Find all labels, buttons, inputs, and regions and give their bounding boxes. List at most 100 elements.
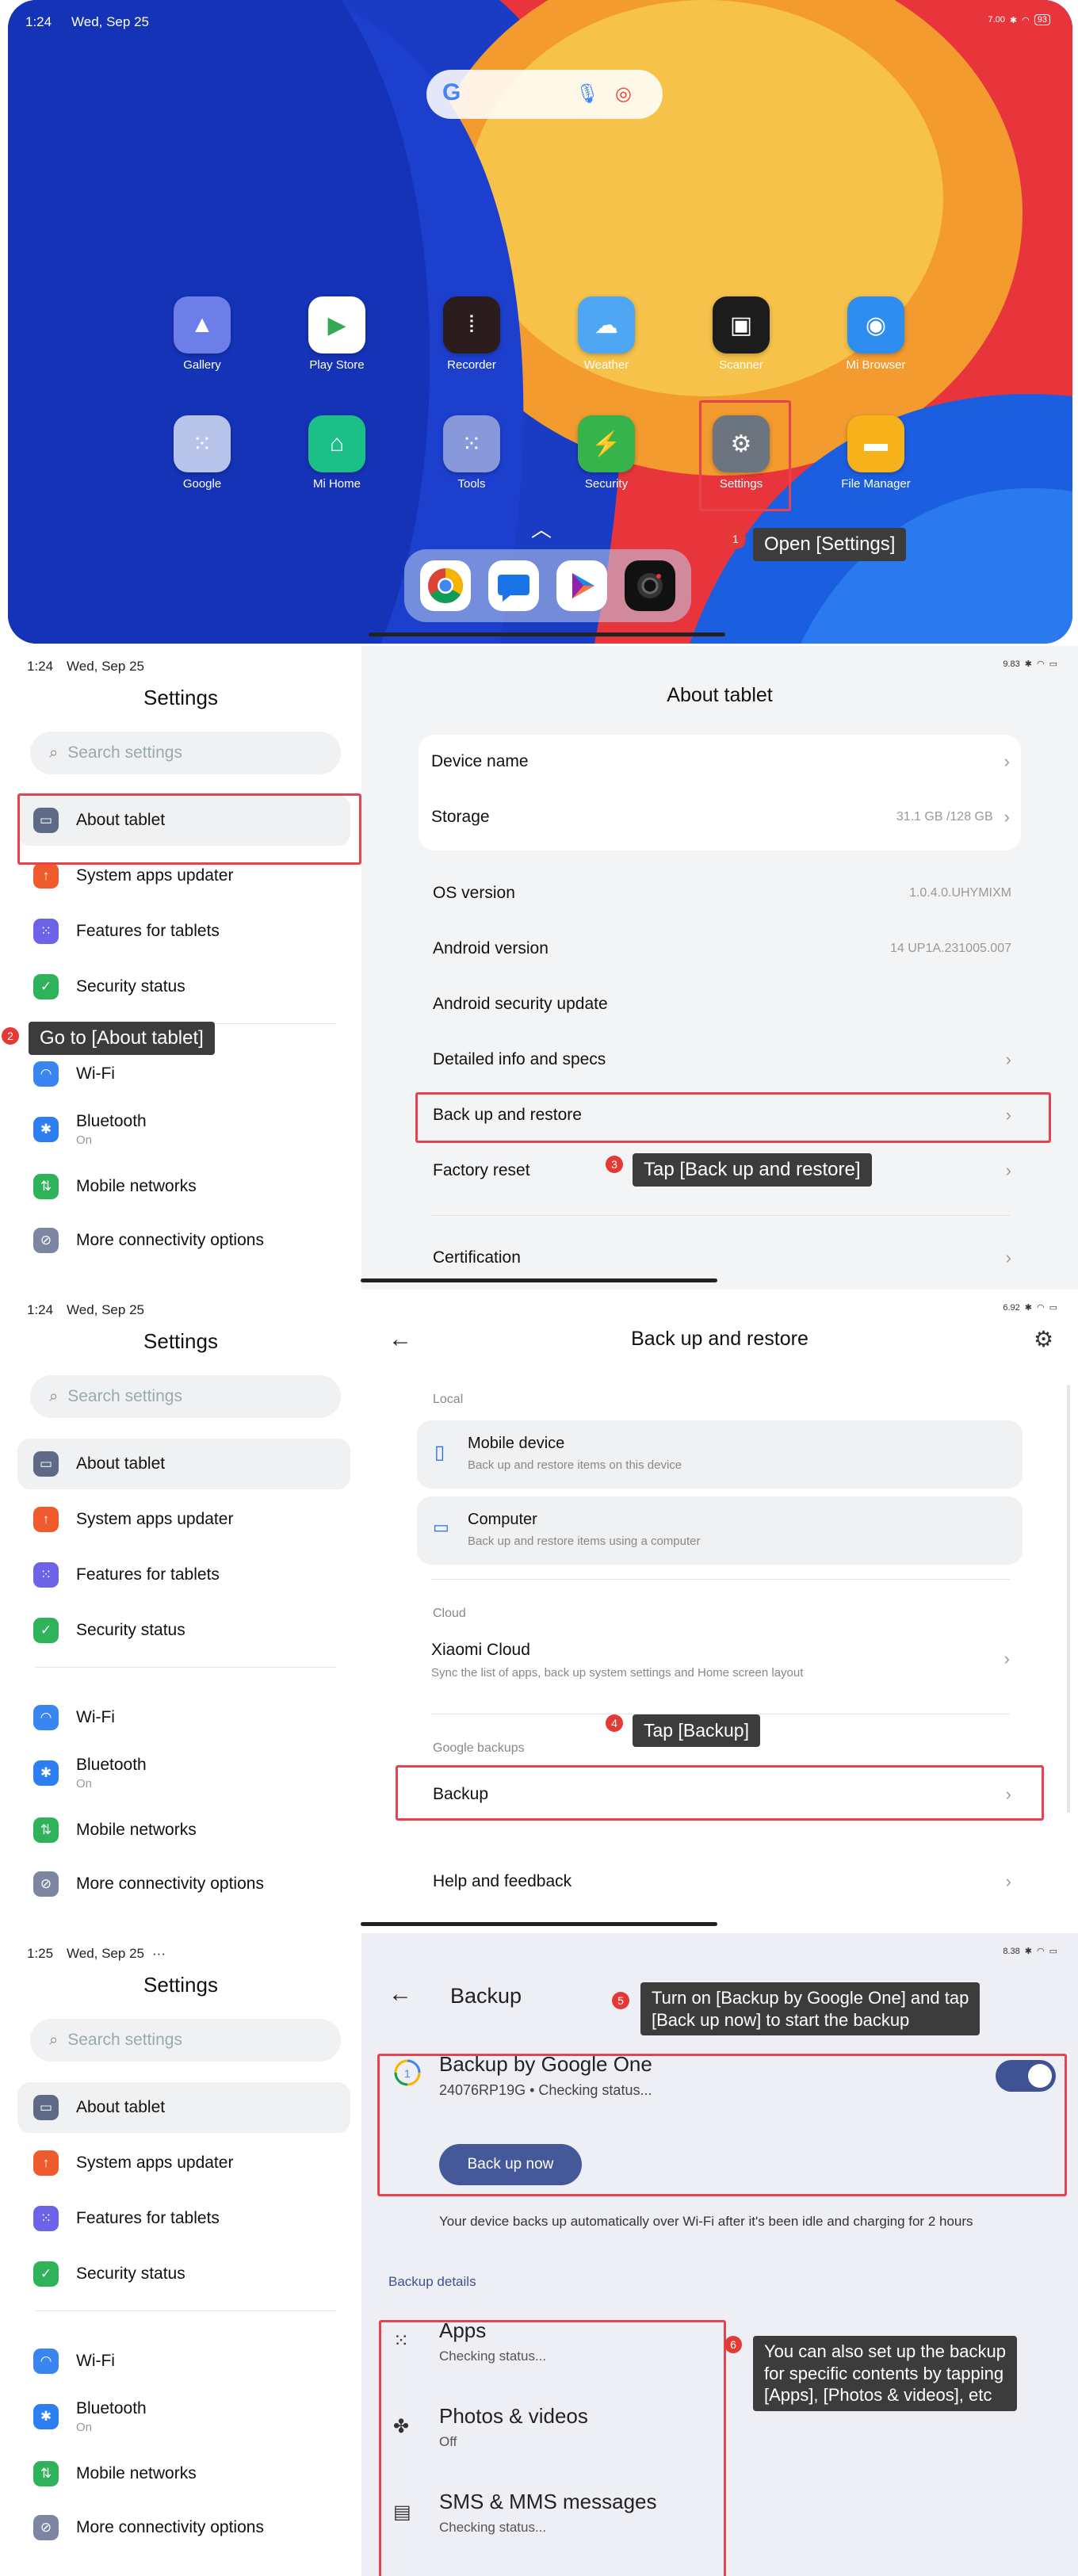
app-play-store[interactable]: ▶ Play Store xyxy=(293,296,380,372)
network-speed: 8.38 xyxy=(1003,1946,1020,1956)
os-version-row[interactable]: OS version 1.0.4.0.UHYMIXM xyxy=(433,866,1011,920)
section-google-backups: Google backups xyxy=(433,1741,525,1755)
sidebar-item-security-status[interactable]: ✓ Security status xyxy=(17,2249,350,2299)
sidebar-item-label: System apps updater xyxy=(76,2154,234,2172)
sidebar-item-text: More connectivity options xyxy=(76,1875,264,1894)
sidebar-item-features-for-tablets[interactable]: ⁙ Features for tablets xyxy=(17,2193,350,2244)
app-security[interactable]: ⚡ Security xyxy=(563,415,650,491)
tip6-line3: [Apps], [Photos & videos], etc xyxy=(764,2385,992,2405)
more-connectivity-options-icon: ⊘ xyxy=(33,1871,59,1897)
app-recorder[interactable]: ⦙ Recorder xyxy=(428,296,515,372)
about-tablet-main: 9.83 ✱ ◠ ▭ About tablet Device name › Storag… xyxy=(361,646,1078,1290)
highlight-backup-details xyxy=(379,2320,726,2576)
more-connectivity-options-icon: ⊘ xyxy=(33,2515,59,2540)
page-title: Back up and restore xyxy=(631,1328,808,1350)
page-title: Backup xyxy=(450,1984,522,2008)
status-icons: 7.00 ✱ ◠ 93 xyxy=(988,14,1050,25)
sidebar-item-bluetooth[interactable]: ✱ Bluetooth On xyxy=(17,2391,350,2442)
lens-icon[interactable]: ◎ xyxy=(615,82,632,105)
security-update-row[interactable]: Android security update xyxy=(433,977,1011,1031)
app-file-manager[interactable]: ▬ File Manager xyxy=(832,415,919,491)
mobile-device-card[interactable]: ▯ Mobile device Back up and restore item… xyxy=(417,1420,1023,1489)
app-label: File Manager xyxy=(841,477,911,491)
scrollbar[interactable] xyxy=(1067,1385,1070,1813)
app-google[interactable]: ⁙ Google xyxy=(159,415,246,491)
sidebar-item-features-for-tablets[interactable]: ⁙ Features for tablets xyxy=(17,906,350,957)
backup-panel: Settings ⌕ Search settings ▭ About tablet ↑ Sy… xyxy=(0,1933,1078,2576)
microphone-icon[interactable]: 🎙 xyxy=(575,82,599,105)
help-feedback-row[interactable]: Help and feedback › xyxy=(433,1855,1011,1909)
device-name-row[interactable]: Device name › xyxy=(431,735,1010,789)
android-version-label: Android version xyxy=(433,939,549,957)
sidebar-item-features-for-tablets[interactable]: ⁙ Features for tablets xyxy=(17,1550,350,1600)
android-version-row[interactable]: Android version 14 UP1A.231005.007 xyxy=(433,922,1011,976)
help-label: Help and feedback xyxy=(433,1872,572,1890)
security-update-label: Android security update xyxy=(433,995,608,1013)
certification-row[interactable]: Certification › xyxy=(433,1231,1011,1285)
messages-icon[interactable] xyxy=(488,560,539,611)
detailed-info-label: Detailed info and specs xyxy=(433,1050,606,1068)
section-cloud: Cloud xyxy=(433,1607,466,1620)
sidebar-item-security-status[interactable]: ✓ Security status xyxy=(17,961,350,1012)
camera-icon[interactable] xyxy=(625,560,675,611)
google-logo-icon: G xyxy=(442,79,461,105)
bluetooth-icon: ✱ xyxy=(1024,1303,1032,1313)
sidebar-item-more-connectivity-options[interactable]: ⊘ More connectivity options xyxy=(17,1859,350,1909)
sidebar-item-wifi[interactable]: ◠ Wi-Fi xyxy=(17,2336,350,2387)
sidebar-item-mobile-networks[interactable]: ⇅ Mobile networks xyxy=(17,1805,350,1856)
sidebar-item-text: Wi-Fi xyxy=(76,1708,115,1727)
sidebar-item-security-status[interactable]: ✓ Security status xyxy=(17,1605,350,1656)
sidebar-item-system-apps-updater[interactable]: ↑ System apps updater xyxy=(17,1494,350,1545)
search-icon: ⌕ xyxy=(49,2031,59,2049)
sidebar-item-bluetooth[interactable]: ✱ Bluetooth On xyxy=(17,1104,350,1155)
tip6-line1: You can also set up the backup xyxy=(764,2341,1006,2361)
browser-icon: ◉ xyxy=(847,296,904,354)
tools-folder-icon: ⁙ xyxy=(443,415,500,472)
sidebar-item-about-tablet[interactable]: ▭ About tablet xyxy=(17,1439,350,1489)
sidebar-item-text: Features for tablets xyxy=(76,2209,220,2228)
mi-home-icon: ⌂ xyxy=(308,415,365,472)
android-version-value: 14 UP1A.231005.007 xyxy=(889,942,1011,955)
sidebar-item-more-connectivity-options[interactable]: ⊘ More connectivity options xyxy=(17,2502,350,2553)
status-date: Wed, Sep 25 xyxy=(67,659,144,674)
app-drawer-chevron-icon[interactable]: ︿ xyxy=(531,514,552,543)
play-games-icon[interactable] xyxy=(556,560,607,611)
chrome-icon[interactable] xyxy=(420,560,471,611)
search-input[interactable]: ⌕ Search settings xyxy=(30,1375,341,1418)
app-scanner[interactable]: ▣ Scanner xyxy=(698,296,785,372)
sidebar-item-label: Features for tablets xyxy=(76,1565,220,1584)
sidebar-item-text: Bluetooth On xyxy=(76,1112,147,1147)
app-weather[interactable]: ☁ Weather xyxy=(563,296,650,372)
tip-open-settings: Open [Settings] xyxy=(753,528,907,561)
chevron-right-icon: › xyxy=(1005,1160,1011,1180)
bluetooth-icon: ✱ xyxy=(33,1117,59,1142)
sidebar-item-mobile-networks[interactable]: ⇅ Mobile networks xyxy=(17,2448,350,2499)
app-label: Google xyxy=(182,477,222,491)
mobile-networks-icon: ⇅ xyxy=(33,2461,59,2486)
sidebar-item-about-tablet[interactable]: ▭ About tablet xyxy=(17,2082,350,2133)
app-tools[interactable]: ⁙ Tools xyxy=(428,415,515,491)
sidebar-item-bluetooth[interactable]: ✱ Bluetooth On xyxy=(17,1748,350,1798)
app-mi-home[interactable]: ⌂ Mi Home xyxy=(293,415,380,491)
sidebar-item-mobile-networks[interactable]: ⇅ Mobile networks xyxy=(17,1161,350,1212)
settings-title: Settings xyxy=(143,1329,218,1353)
app-mi-browser[interactable]: ◉ Mi Browser xyxy=(832,296,919,372)
battery-icon: ▭ xyxy=(1049,1947,1057,1956)
back-arrow-icon[interactable]: ← xyxy=(388,1981,412,2008)
search-input[interactable]: ⌕ Search settings xyxy=(30,2019,341,2062)
sidebar-item-wifi[interactable]: ◠ Wi-Fi xyxy=(17,1692,350,1743)
status-icons: 8.38 ✱ ◠ ▭ xyxy=(1003,1946,1057,1957)
storage-row[interactable]: Storage 31.1 GB /128 GB › xyxy=(431,790,1010,844)
status-time: 1:24 xyxy=(25,14,52,29)
sidebar-item-wifi[interactable]: ◠ Wi-Fi xyxy=(17,1049,350,1099)
sidebar-item-system-apps-updater[interactable]: ↑ System apps updater xyxy=(17,2138,350,2188)
search-input[interactable]: ⌕ Search settings xyxy=(30,732,341,774)
sidebar-item-more-connectivity-options[interactable]: ⊘ More connectivity options xyxy=(17,1215,350,1266)
settings-gear-icon[interactable]: ⚙ xyxy=(1034,1326,1053,1352)
app-gallery[interactable]: ▲ Gallery xyxy=(159,296,246,372)
chevron-right-icon: › xyxy=(1005,1248,1011,1267)
google-search-widget[interactable]: G 🎙 ◎ xyxy=(426,70,663,119)
xiaomi-cloud-row[interactable]: Xiaomi Cloud Sync the list of apps, back… xyxy=(431,1634,1010,1698)
computer-card[interactable]: ▭ Computer Back up and restore items usi… xyxy=(417,1496,1023,1565)
detailed-info-row[interactable]: Detailed info and specs › xyxy=(433,1033,1011,1087)
